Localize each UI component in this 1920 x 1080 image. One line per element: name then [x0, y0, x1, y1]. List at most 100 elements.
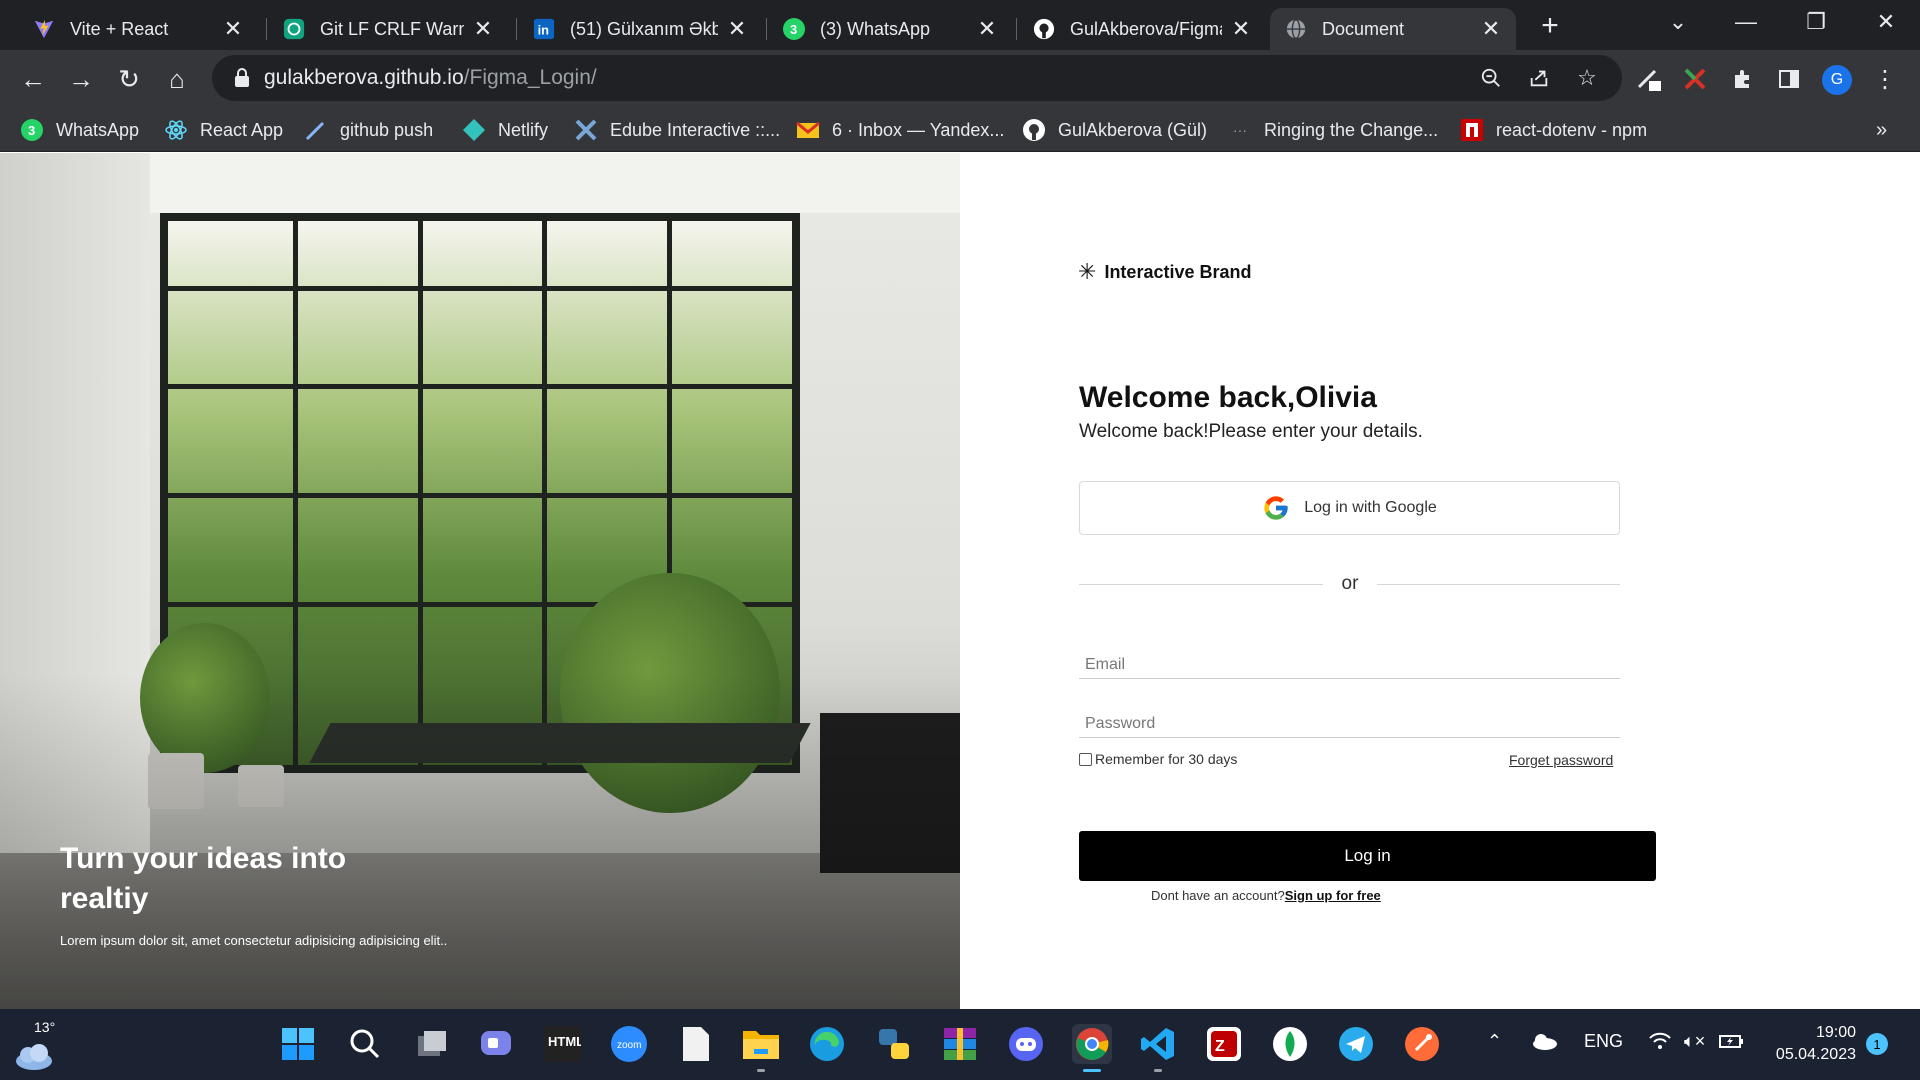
chrome-icon[interactable] — [1072, 1024, 1112, 1072]
tab-whatsapp[interactable]: 3 (3) WhatsApp ✕ — [768, 8, 1012, 50]
remember-label: Remember for 30 days — [1095, 751, 1238, 767]
close-icon[interactable]: ✕ — [1230, 16, 1252, 42]
mongodb-icon[interactable] — [1270, 1024, 1310, 1064]
teams-chat-icon[interactable] — [476, 1024, 516, 1064]
tab-title: Document — [1322, 18, 1405, 39]
login-button[interactable]: Log in — [1079, 831, 1656, 881]
side-panel-icon[interactable] — [1770, 60, 1808, 98]
more-bookmarks-icon[interactable]: » — [1876, 116, 1887, 144]
address-bar[interactable]: gulakberova.github.io/Figma_Login/ — [212, 55, 1622, 101]
minimize-icon[interactable]: — — [1716, 0, 1776, 44]
email-field[interactable] — [1079, 651, 1620, 679]
zoom-icon[interactable] — [1476, 63, 1506, 93]
language-indicator[interactable]: ENG — [1584, 1031, 1623, 1052]
puzzle-extensions-icon[interactable] — [1724, 60, 1762, 98]
weather-widget[interactable]: 13° — [10, 1019, 62, 1071]
vscode-icon[interactable] — [1138, 1024, 1178, 1072]
globe-icon — [1284, 17, 1308, 41]
profile-avatar[interactable]: G — [1822, 65, 1852, 95]
wifi-icon[interactable] — [1648, 1031, 1672, 1056]
system-clock[interactable]: 19:00 05.04.2023 — [1752, 1022, 1856, 1066]
google-login-button[interactable]: Log in with Google — [1079, 481, 1620, 535]
bookmark-label: Edube Interactive ::... — [610, 119, 781, 140]
tab-title: Git LF CRLF Warning — [320, 18, 464, 39]
winrar-icon[interactable] — [940, 1024, 980, 1064]
password-field[interactable] — [1079, 710, 1620, 738]
restore-icon[interactable]: ❐ — [1786, 0, 1846, 44]
svg-text:HTML: HTML — [548, 1034, 581, 1049]
python-icon[interactable] — [874, 1024, 914, 1064]
window-close-icon[interactable]: ✕ — [1856, 0, 1916, 44]
filezilla-icon[interactable]: Z — [1204, 1024, 1244, 1064]
close-icon[interactable]: ✕ — [726, 16, 748, 42]
bookmark-yandex-inbox[interactable]: 6 · Inbox — Yandex... — [796, 116, 1004, 144]
close-icon[interactable]: ✕ — [222, 16, 244, 42]
bookmark-ringing-change[interactable]: ··· Ringing the Change... — [1228, 116, 1438, 144]
svg-text:Z: Z — [1215, 1038, 1225, 1055]
html-app-icon[interactable]: HTML — [543, 1024, 583, 1064]
file-explorer-icon[interactable] — [741, 1024, 781, 1072]
search-icon[interactable] — [345, 1024, 385, 1064]
github-icon — [1022, 118, 1046, 142]
bookmark-react-dotenv[interactable]: react-dotenv - npm — [1460, 116, 1647, 144]
forget-password-link[interactable]: Forget password — [1509, 752, 1613, 768]
close-icon[interactable]: ✕ — [976, 16, 998, 42]
new-tab-button[interactable]: + — [1532, 8, 1568, 44]
github-icon — [1032, 17, 1056, 41]
tab-title: Vite + React — [70, 18, 169, 39]
extension-x-icon[interactable] — [1676, 60, 1714, 98]
tab-git-warning[interactable]: Git LF CRLF Warning ✕ — [268, 8, 508, 50]
svg-text:3: 3 — [28, 123, 35, 138]
forward-arrow-icon[interactable]: → — [62, 60, 100, 98]
bookmark-label: WhatsApp — [56, 119, 140, 140]
notepad-icon[interactable] — [676, 1024, 716, 1064]
onedrive-icon[interactable] — [1530, 1031, 1558, 1056]
home-icon[interactable]: ⌂ — [158, 60, 196, 98]
bookmark-github-push[interactable]: github push — [304, 116, 433, 144]
bookmark-star-icon[interactable]: ☆ — [1572, 63, 1602, 93]
zoom-app-icon[interactable]: zoom — [609, 1024, 649, 1064]
back-arrow-icon[interactable]: ← — [14, 60, 52, 98]
remember-me[interactable]: Remember for 30 days — [1079, 751, 1237, 767]
bookmark-react-app[interactable]: React App — [164, 116, 283, 144]
start-windows-icon[interactable] — [278, 1024, 318, 1064]
bookmark-edube[interactable]: Edube Interactive ::... — [574, 116, 780, 144]
tab-vite-react[interactable]: Vite + React ✕ — [18, 8, 258, 50]
menu-kebab-icon[interactable]: ⋮ — [1866, 60, 1904, 98]
signup-link[interactable]: Sign up for free — [1285, 888, 1381, 903]
task-view-icon[interactable] — [412, 1024, 452, 1064]
clock-date: 05.04.2023 — [1775, 1046, 1856, 1063]
bookmark-github-profile[interactable]: GulAkberova (Gül) — [1022, 116, 1207, 144]
signup-prompt: Dont have an account? — [1151, 888, 1285, 903]
tab-divider — [766, 18, 767, 40]
divider — [1377, 584, 1620, 585]
chatgpt-icon — [282, 17, 306, 41]
pen-extension-icon[interactable] — [1630, 60, 1668, 98]
edge-icon[interactable] — [807, 1024, 847, 1064]
speaker-muted-icon[interactable]: 🔈︎× — [1684, 1031, 1705, 1052]
running-indicator — [757, 1069, 765, 1072]
divider — [1079, 584, 1323, 585]
discord-icon[interactable] — [1006, 1024, 1046, 1064]
telegram-icon[interactable] — [1336, 1024, 1376, 1064]
notification-badge[interactable]: 1 — [1866, 1033, 1888, 1055]
remember-checkbox[interactable] — [1079, 752, 1092, 766]
clock-time: 19:00 — [1815, 1024, 1856, 1041]
lock-icon[interactable] — [230, 66, 254, 90]
tab-github-repo[interactable]: GulAkberova/Figma_Login ✕ — [1018, 8, 1266, 50]
tab-linkedin[interactable]: in (51) Gülxanım Əkbərova ✕ — [518, 8, 762, 50]
close-icon[interactable]: ✕ — [472, 16, 494, 42]
show-hidden-icons-chevron-icon[interactable]: ⌃ — [1487, 1031, 1502, 1052]
close-icon[interactable]: ✕ — [1480, 16, 1502, 42]
battery-icon[interactable] — [1718, 1031, 1744, 1056]
tab-document[interactable]: Document ✕ — [1270, 8, 1516, 50]
reload-icon[interactable]: ↻ — [110, 60, 148, 98]
window-frame — [168, 286, 792, 292]
url-path: /Figma_Login/ — [463, 66, 597, 89]
postman-icon[interactable] — [1402, 1024, 1442, 1064]
whatsapp-icon: 3 — [782, 17, 806, 41]
share-icon[interactable] — [1524, 63, 1554, 93]
bookmark-whatsapp[interactable]: 3 WhatsApp — [20, 116, 139, 144]
tab-search-icon[interactable]: ⌄ — [1648, 0, 1708, 44]
bookmark-netlify[interactable]: Netlify — [462, 116, 548, 144]
